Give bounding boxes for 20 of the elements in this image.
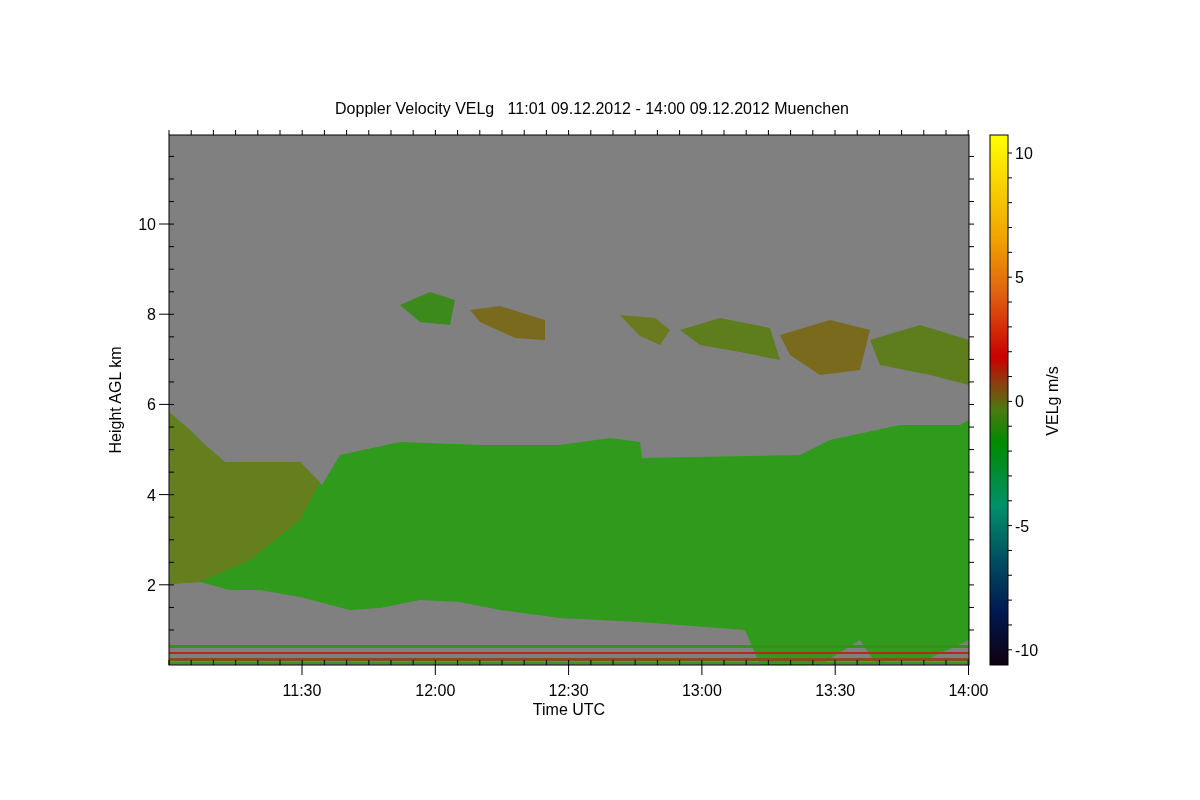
tick-label: 12:30 — [548, 682, 589, 699]
tick-label: 0 — [1015, 393, 1024, 411]
tick-label: 13:00 — [681, 682, 722, 699]
tick-label: 10 — [1015, 145, 1033, 162]
tick-label: 14:00 — [948, 682, 989, 699]
tick-label: 12:00 — [415, 682, 456, 699]
y-axis-label: Height AGL km — [107, 346, 124, 454]
tick-label: -5 — [1015, 517, 1030, 535]
tick-label: 5 — [1015, 269, 1024, 287]
tick-label: 6 — [147, 396, 156, 414]
tick-label: 11:30 — [282, 682, 322, 699]
tick-label: 13:30 — [815, 682, 856, 699]
tick-label: -10 — [1015, 641, 1039, 659]
tick-label: 4 — [147, 486, 156, 504]
chart-title: Doppler Velocity VELg 11:01 09.12.2012 - 14:00 09.12.2012 Muenchen — [335, 100, 849, 117]
x-axis-label: Time UTC — [532, 701, 606, 718]
tick-label: 10 — [138, 216, 156, 233]
colorbar-label: VELg m/s — [1044, 366, 1061, 436]
tick-label: 2 — [147, 576, 156, 594]
tick-label: 8 — [147, 306, 156, 324]
